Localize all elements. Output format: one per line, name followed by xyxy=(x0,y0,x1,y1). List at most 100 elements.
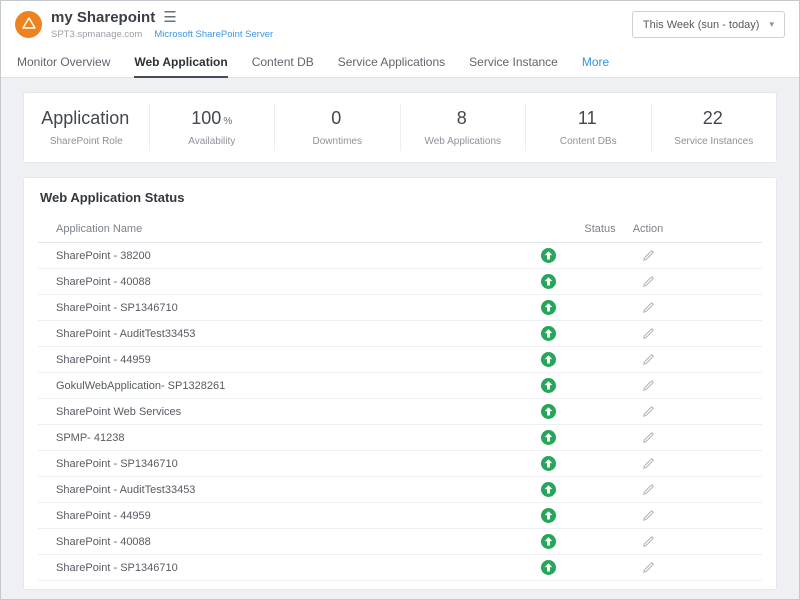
table-body: SharePoint - 38200 SharePoint - 40088 xyxy=(38,243,762,581)
edit-action[interactable] xyxy=(624,327,672,340)
arrow-up-circle-icon xyxy=(541,560,556,575)
tab-bar: Monitor Overview Web Application Content… xyxy=(1,48,799,78)
stat-value: 11 xyxy=(578,108,597,128)
stat-label: SharePoint Role xyxy=(28,136,145,147)
arrow-up-circle-icon xyxy=(541,274,556,289)
application-name: SharePoint - 40088 xyxy=(56,276,520,288)
stat-label: Web Applications xyxy=(405,136,522,147)
edit-action[interactable] xyxy=(624,405,672,418)
tab-service-applications[interactable]: Service Applications xyxy=(338,48,445,78)
pencil-icon xyxy=(642,379,655,396)
section-title: Web Application Status xyxy=(24,178,776,215)
table-row: GokulWebApplication- SP1328261 xyxy=(38,373,762,399)
table-row: SharePoint - SP1346710 xyxy=(38,295,762,321)
status-cell xyxy=(520,560,576,575)
summary-stats-card: Application SharePoint Role 100% Availab… xyxy=(23,92,777,163)
main-content: Application SharePoint Role 100% Availab… xyxy=(1,78,799,590)
app-window: my Sharepoint ☰ SPT3.spmanage.com Micros… xyxy=(0,0,800,600)
server-type-link[interactable]: Microsoft SharePoint Server xyxy=(154,29,273,40)
status-cell xyxy=(520,378,576,393)
status-cell xyxy=(520,508,576,523)
tab-service-instance[interactable]: Service Instance xyxy=(469,48,558,78)
edit-action[interactable] xyxy=(624,483,672,496)
application-name: SharePoint - SP1346710 xyxy=(56,458,520,470)
table-row: SharePoint - 44959 xyxy=(38,347,762,373)
stat-content-dbs: 11 Content DBs xyxy=(525,104,651,151)
application-name: SharePoint - SP1346710 xyxy=(56,302,520,314)
pencil-icon xyxy=(642,509,655,526)
application-name: SharePoint - 44959 xyxy=(56,510,520,522)
web-application-table: Application Name Status Action SharePoin… xyxy=(24,215,776,581)
page-title: my Sharepoint xyxy=(51,9,155,26)
pencil-icon xyxy=(642,457,655,474)
hamburger-menu-icon[interactable]: ☰ xyxy=(163,10,176,25)
stat-value: 8 xyxy=(457,108,467,128)
pencil-icon xyxy=(642,561,655,578)
arrow-up-circle-icon xyxy=(541,404,556,419)
application-name: GokulWebApplication- SP1328261 xyxy=(56,380,520,392)
edit-action[interactable] xyxy=(624,509,672,522)
column-header-action: Action xyxy=(624,223,672,235)
application-name: SharePoint - SP1346710 xyxy=(56,562,520,574)
pencil-icon xyxy=(642,249,655,266)
edit-action[interactable] xyxy=(624,457,672,470)
table-row: SharePoint - SP1346710 xyxy=(38,451,762,477)
brand-logo xyxy=(15,11,42,38)
arrow-up-circle-icon xyxy=(541,534,556,549)
stat-suffix: % xyxy=(223,116,232,127)
status-cell xyxy=(520,248,576,263)
stat-value: 22 xyxy=(703,108,723,128)
table-row: SharePoint - 40088 xyxy=(38,529,762,555)
stat-label: Content DBs xyxy=(530,136,647,147)
warning-triangle-icon xyxy=(22,16,36,34)
stat-value: 0 xyxy=(331,108,341,128)
status-cell xyxy=(520,482,576,497)
pencil-icon xyxy=(642,301,655,318)
arrow-up-circle-icon xyxy=(541,456,556,471)
web-application-status-card: Web Application Status Application Name … xyxy=(23,177,777,590)
stat-value: Application xyxy=(41,108,129,128)
stat-label: Service Instances xyxy=(656,136,773,147)
table-row: SharePoint Web Services xyxy=(38,399,762,425)
stat-service-instances: 22 Service Instances xyxy=(651,104,777,151)
tab-content-db[interactable]: Content DB xyxy=(252,48,314,78)
application-name: SharePoint - 40088 xyxy=(56,536,520,548)
application-name: SharePoint - AuditTest33453 xyxy=(56,328,520,340)
pencil-icon xyxy=(642,483,655,500)
arrow-up-circle-icon xyxy=(541,482,556,497)
edit-action[interactable] xyxy=(624,249,672,262)
stat-value: 100 xyxy=(191,108,221,128)
edit-action[interactable] xyxy=(624,561,672,574)
edit-action[interactable] xyxy=(624,379,672,392)
edit-action[interactable] xyxy=(624,275,672,288)
time-range-value: This Week (sun - today) xyxy=(643,19,760,31)
status-cell xyxy=(520,404,576,419)
stat-sharepoint-role: Application SharePoint Role xyxy=(24,104,149,151)
arrow-up-circle-icon xyxy=(541,508,556,523)
application-name: SharePoint - 38200 xyxy=(56,250,520,262)
edit-action[interactable] xyxy=(624,301,672,314)
tab-more[interactable]: More xyxy=(582,48,609,78)
application-name: SharePoint - AuditTest33453 xyxy=(56,484,520,496)
table-row: SharePoint - AuditTest33453 xyxy=(38,477,762,503)
arrow-up-circle-icon xyxy=(541,352,556,367)
edit-action[interactable] xyxy=(624,431,672,444)
arrow-up-circle-icon xyxy=(541,326,556,341)
edit-action[interactable] xyxy=(624,535,672,548)
host-name: SPT3.spmanage.com xyxy=(51,29,142,40)
status-cell xyxy=(520,352,576,367)
pencil-icon xyxy=(642,405,655,422)
status-cell xyxy=(520,456,576,471)
pencil-icon xyxy=(642,327,655,344)
table-header-row: Application Name Status Action xyxy=(38,215,762,243)
edit-action[interactable] xyxy=(624,353,672,366)
application-name: SharePoint - 44959 xyxy=(56,354,520,366)
time-range-dropdown[interactable]: This Week (sun - today) ▾ xyxy=(632,11,785,38)
tab-web-application[interactable]: Web Application xyxy=(134,48,227,78)
arrow-up-circle-icon xyxy=(541,248,556,263)
tab-monitor-overview[interactable]: Monitor Overview xyxy=(17,48,110,78)
pencil-icon xyxy=(642,431,655,448)
status-cell xyxy=(520,300,576,315)
table-row: SharePoint - SP1346710 xyxy=(38,555,762,581)
pencil-icon xyxy=(642,353,655,370)
